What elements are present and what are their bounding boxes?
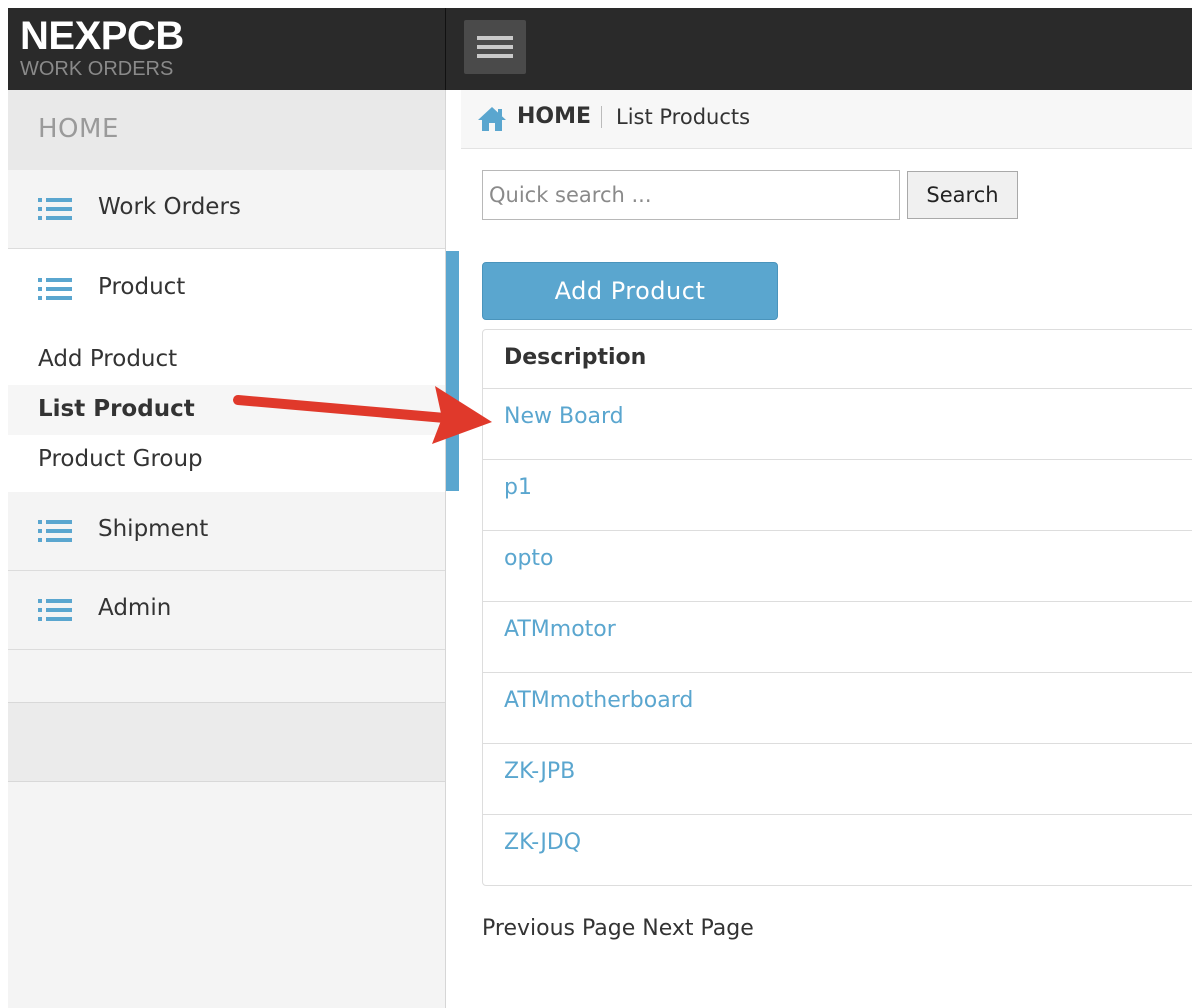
product-link[interactable]: ZK-JPB bbox=[504, 759, 575, 784]
product-link[interactable]: p1 bbox=[504, 475, 532, 500]
next-page-link[interactable]: Next Page bbox=[642, 916, 754, 941]
list-icon bbox=[38, 520, 72, 542]
home-icon bbox=[478, 107, 506, 131]
table-header: Description bbox=[483, 330, 1192, 389]
main-content: HOME List Products Search Add Product De… bbox=[461, 90, 1192, 1008]
window-frame-top bbox=[0, 0, 1192, 8]
annotation-arrow-icon bbox=[233, 386, 492, 444]
product-link[interactable]: ZK-JDQ bbox=[504, 830, 581, 855]
pagination: Previous Page Next Page bbox=[482, 916, 754, 941]
table-row: ATMmotor bbox=[483, 601, 1192, 673]
table-row: ZK-JPB bbox=[483, 743, 1192, 815]
list-icon bbox=[38, 278, 72, 300]
products-table: Description New Board p1 opto ATMmotor A… bbox=[482, 329, 1192, 886]
product-link[interactable]: ATMmotherboard bbox=[504, 688, 693, 713]
sidebar-subitem-label: Add Product bbox=[38, 346, 178, 372]
previous-page-link[interactable]: Previous Page bbox=[482, 916, 635, 941]
sidebar-item-shipment[interactable]: Shipment bbox=[8, 492, 445, 571]
list-icon bbox=[38, 198, 72, 220]
breadcrumb-home-link[interactable]: HOME bbox=[517, 104, 591, 129]
sidebar-item-product: Product Add Product List Product Product… bbox=[8, 249, 445, 493]
menu-toggle-button[interactable] bbox=[464, 20, 526, 74]
brand-subtitle: WORK ORDERS bbox=[20, 58, 174, 80]
sidebar-home-label: HOME bbox=[38, 114, 119, 144]
sidebar-item-label: Shipment bbox=[98, 516, 209, 542]
breadcrumb-current: List Products bbox=[616, 105, 751, 129]
breadcrumb-separator bbox=[601, 106, 602, 128]
hamburger-icon bbox=[477, 36, 513, 40]
sidebar-subitem-label: Product Group bbox=[38, 446, 203, 472]
brand-logo[interactable]: NEXPCB WORK ORDERS bbox=[8, 8, 446, 90]
search-input[interactable] bbox=[482, 170, 900, 220]
active-section-indicator bbox=[446, 251, 459, 491]
table-row: ATMmotherboard bbox=[483, 672, 1192, 744]
table-row: opto bbox=[483, 530, 1192, 602]
product-link[interactable]: ATMmotor bbox=[504, 617, 616, 642]
sidebar-subitem-label: List Product bbox=[38, 396, 195, 422]
sidebar-item-label: Work Orders bbox=[98, 194, 241, 220]
list-icon bbox=[38, 599, 72, 621]
sidebar-item-label: Admin bbox=[98, 595, 172, 621]
brand-name: NEXPCB bbox=[20, 14, 184, 58]
sidebar-item-work-orders[interactable]: Work Orders bbox=[8, 170, 445, 249]
sidebar-home[interactable]: HOME bbox=[8, 90, 445, 171]
sidebar: HOME Work Orders Product Add Product Lis… bbox=[8, 90, 446, 1008]
breadcrumb: HOME List Products bbox=[461, 90, 1192, 149]
column-header-description: Description bbox=[504, 345, 647, 370]
table-row: p1 bbox=[483, 459, 1192, 531]
top-bar: NEXPCB WORK ORDERS bbox=[8, 8, 1192, 90]
table-row: New Board bbox=[483, 388, 1192, 460]
sidebar-item-admin[interactable]: Admin bbox=[8, 571, 445, 650]
product-link[interactable]: opto bbox=[504, 546, 554, 571]
table-row: ZK-JDQ bbox=[483, 814, 1192, 885]
search-button[interactable]: Search bbox=[907, 171, 1018, 219]
window-frame-left bbox=[0, 0, 8, 1008]
product-link[interactable]: New Board bbox=[504, 404, 624, 429]
sidebar-item-label[interactable]: Product bbox=[98, 274, 185, 300]
sidebar-footer-band bbox=[8, 702, 445, 782]
add-product-button[interactable]: Add Product bbox=[482, 262, 778, 320]
